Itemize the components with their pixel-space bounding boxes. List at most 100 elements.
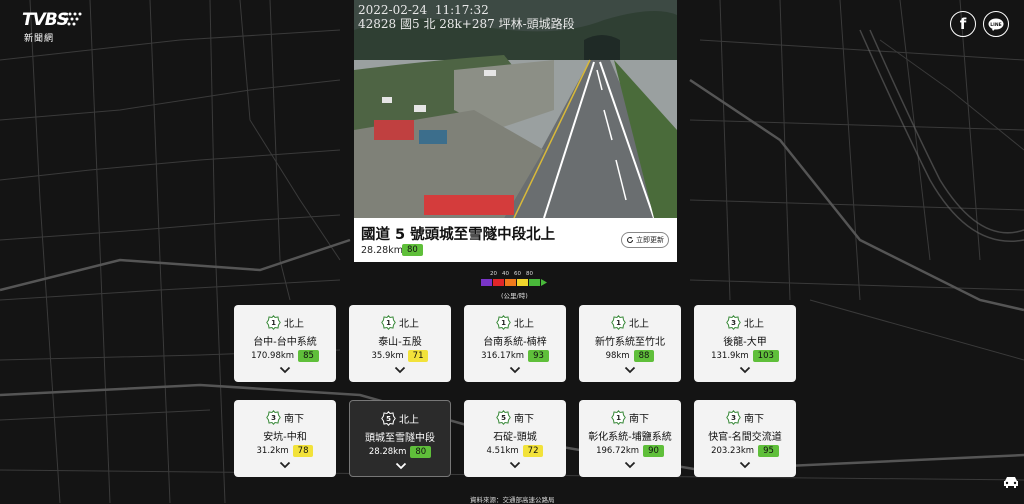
route-header: 1 北上 [234, 315, 336, 330]
route-card[interactable]: 1 北上泰山-五股 35.9km 71 [349, 305, 451, 382]
route-name: 新竹系統至竹北 [595, 337, 665, 348]
highway-shield-icon: 5 [381, 411, 396, 426]
route-card[interactable]: 3 南下安坑-中和 31.2km 78 [234, 400, 336, 477]
route-speed-badge: 71 [407, 350, 429, 362]
legend-color-segment [481, 279, 492, 286]
route-speed-badge: 103 [752, 350, 779, 362]
chevron-down-icon [509, 461, 521, 469]
route-meta: 35.9km 71 [349, 350, 451, 362]
highway-shield-icon: 1 [496, 315, 511, 330]
route-direction: 北上 [399, 319, 419, 330]
route-direction: 北上 [284, 319, 304, 330]
route-distance: 203.23km [711, 446, 755, 456]
camera-speed-badge: 80 [402, 244, 423, 256]
legend-tick: 20 [490, 271, 497, 277]
highway-shield-icon: 1 [611, 315, 626, 330]
line-share-button[interactable]: LINE [983, 11, 1009, 37]
route-name: 頭城至雪隧中段 [365, 433, 435, 444]
route-card[interactable]: 1 北上 台南系統-楠梓 316.17km 93 [464, 305, 566, 382]
route-distance: 98km [605, 351, 630, 361]
camera-location: 42828 國5 北 28k+287 坪林-頭城路段 [358, 17, 575, 31]
facebook-share-button[interactable]: f [950, 11, 976, 37]
refresh-icon [627, 236, 633, 243]
highway-shield-icon: 3 [266, 410, 281, 425]
route-header: 5 北上 [350, 411, 450, 426]
route-name: 泰山-五股 [378, 337, 422, 348]
route-name: 台中-台中系統 [253, 337, 317, 348]
route-name: 後龍-大甲 [723, 337, 767, 348]
chevron-down-icon [279, 366, 291, 374]
route-speed-badge: 93 [528, 350, 549, 362]
legend-color-segment [505, 279, 516, 286]
line-icon-text: LINE [990, 21, 1001, 27]
chevron-down-icon [509, 366, 521, 374]
route-direction: 北上 [629, 319, 649, 330]
highway-shield-icon: 3 [726, 410, 741, 425]
route-name: 石碇-頭城 [493, 432, 537, 443]
chevron-down-icon [395, 462, 407, 470]
route-distance: 4.51km [486, 446, 519, 456]
route-direction: 南下 [284, 414, 304, 425]
legend-ticks: 20 40 60 80 [490, 271, 550, 277]
route-distance: 28.28km [368, 447, 407, 457]
highway-shield-icon: 1 [381, 315, 396, 330]
camera-overlay: 2022-02-24 11:17:32 42828 國5 北 28k+287 坪… [358, 3, 575, 31]
route-speed-badge: 80 [410, 446, 432, 458]
route-speed-badge: 85 [298, 350, 319, 362]
route-header: 1 北上 [464, 315, 566, 330]
line-icon: LINE [988, 18, 1004, 31]
route-speed-badge: 78 [292, 445, 314, 457]
chevron-down-icon [739, 366, 751, 374]
route-card[interactable]: 5 南下石碇-頭城 4.51km 72 [464, 400, 566, 477]
route-direction: 北上 [514, 319, 534, 330]
route-direction: 南下 [514, 414, 534, 425]
highway-number: 1 [386, 319, 391, 327]
route-speed-badge: 72 [522, 445, 544, 457]
route-distance: 131.9km [711, 351, 749, 361]
highway-number: 5 [386, 415, 391, 423]
route-distance: 31.2km [256, 446, 289, 456]
route-card[interactable]: 1 南下 彰化系統-埔鹽系統 196.72km 90 [579, 400, 681, 477]
route-name: 快官-名間交流道 [708, 432, 782, 443]
legend-color-segment [493, 279, 504, 286]
legend-unit: (公里/時) [501, 292, 528, 300]
route-meta: 196.72km 90 [579, 445, 681, 457]
camera-timestamp: 2022-02-24 11:17:32 [358, 3, 489, 17]
route-meta: 131.9km 103 [694, 350, 796, 362]
route-header: 3 南下 [234, 410, 336, 425]
camera-title: 國道 5 號頭城至雪隧中段北上 [361, 227, 556, 243]
route-card[interactable]: 3 北上後龍-大甲 131.9km 103 [694, 305, 796, 382]
route-direction: 南下 [629, 414, 649, 425]
route-direction: 南下 [744, 414, 764, 425]
legend-tick: 40 [502, 271, 509, 277]
route-card[interactable]: 5 北上頭城至雪隧中段 28.28km 80 [349, 400, 451, 477]
logo-dots-icon [63, 12, 82, 26]
legend-arrow-icon [541, 279, 547, 286]
refresh-label: 立即更新 [636, 236, 664, 244]
highway-shield-icon: 5 [496, 410, 511, 425]
route-distance: 170.98km [251, 351, 295, 361]
highway-number: 5 [501, 414, 506, 422]
route-header: 3 南下 [694, 410, 796, 425]
route-name: 安坑-中和 [263, 432, 307, 443]
tvbs-logo[interactable]: TVBS 新聞網 [22, 10, 84, 44]
route-card[interactable]: 1 北上台中-台中系統 170.98km 85 [234, 305, 336, 382]
camera-scene [354, 0, 677, 218]
highway-number: 1 [271, 319, 276, 327]
route-speed-badge: 90 [643, 445, 664, 457]
route-card[interactable]: 1 北上 新竹系統至竹北 98km 88 [579, 305, 681, 382]
route-meta: 203.23km 95 [694, 445, 796, 457]
route-meta: 4.51km 72 [464, 445, 566, 457]
route-header: 3 北上 [694, 315, 796, 330]
highway-number: 3 [731, 319, 736, 327]
legend-color-bar [481, 279, 547, 286]
chevron-down-icon [739, 461, 751, 469]
route-name: 台南系統-楠梓 [483, 337, 547, 348]
legend-color-segment [517, 279, 528, 286]
car-icon[interactable] [1002, 475, 1020, 489]
highway-number: 3 [271, 414, 276, 422]
refresh-button[interactable]: 立即更新 [621, 232, 669, 248]
route-card[interactable]: 3 南下快官-名間交流道 203.23km 95 [694, 400, 796, 477]
route-distance: 196.72km [596, 446, 640, 456]
logo-subtitle: 新聞網 [24, 34, 55, 44]
